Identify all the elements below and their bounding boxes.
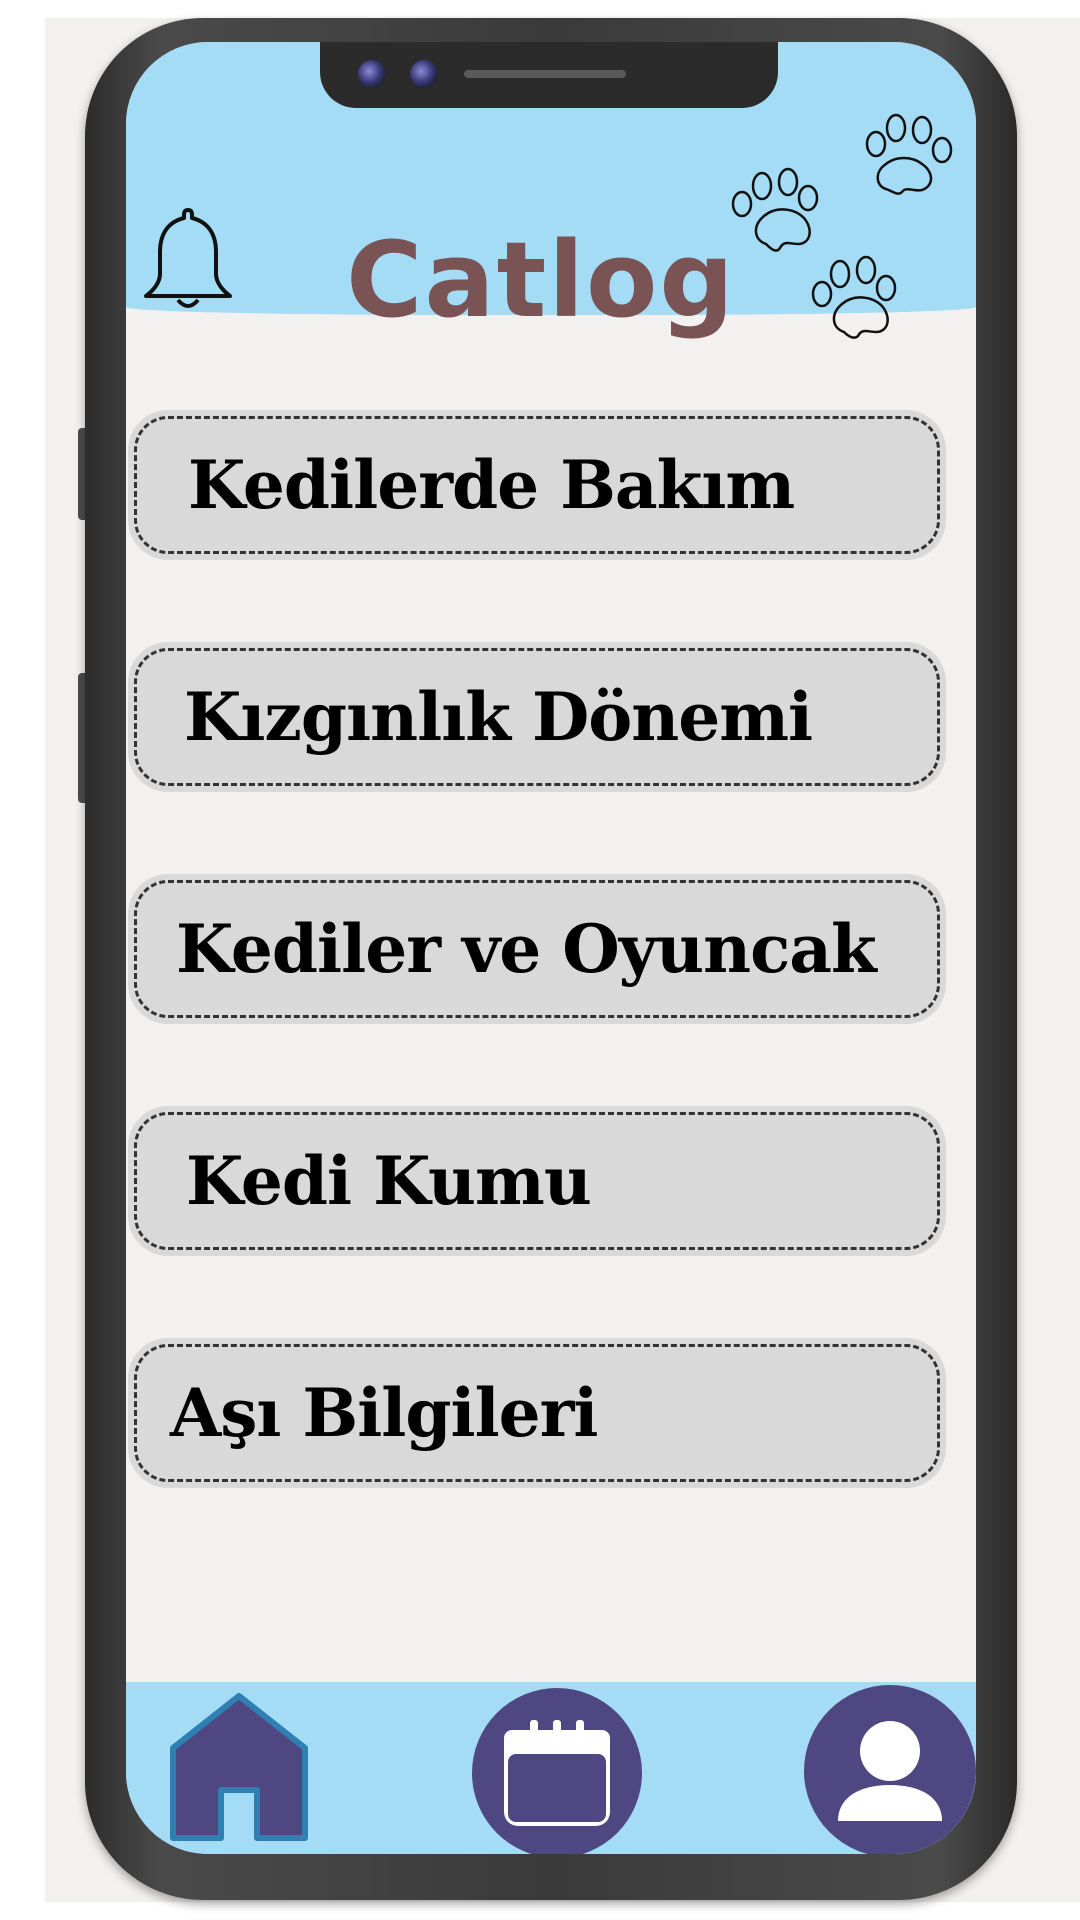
app-title: Catlog — [346, 219, 736, 341]
camera-icon — [358, 60, 386, 88]
speaker-grille — [464, 70, 626, 78]
menu-item-label: Kızgınlık Dönemi — [184, 678, 813, 756]
profile-icon[interactable] — [804, 1685, 976, 1854]
home-icon[interactable] — [169, 1692, 309, 1844]
menu-item-label: Kedilerde Bakım — [188, 446, 795, 524]
phone-screen: Catlog Kedilerde Bakım Kızgınlık Dönemi … — [126, 42, 976, 1854]
phone-notch — [320, 42, 778, 108]
menu-item-heat-period[interactable]: Kızgınlık Dönemi — [128, 642, 946, 792]
menu-item-vaccines[interactable]: Aşı Bilgileri — [128, 1338, 946, 1488]
camera-icon — [410, 60, 438, 88]
menu-item-label: Aşı Bilgileri — [170, 1374, 598, 1452]
menu-item-label: Kediler ve Oyuncak — [176, 910, 877, 988]
menu-item-toys[interactable]: Kediler ve Oyuncak — [128, 874, 946, 1024]
menu-item-care[interactable]: Kedilerde Bakım — [128, 410, 946, 560]
calendar-icon[interactable] — [472, 1688, 642, 1854]
bottom-nav — [126, 1682, 976, 1854]
paw-prints-icon — [731, 113, 953, 339]
bell-icon[interactable] — [138, 202, 238, 312]
menu-item-label: Kedi Kumu — [186, 1142, 592, 1220]
menu-item-litter[interactable]: Kedi Kumu — [128, 1106, 946, 1256]
